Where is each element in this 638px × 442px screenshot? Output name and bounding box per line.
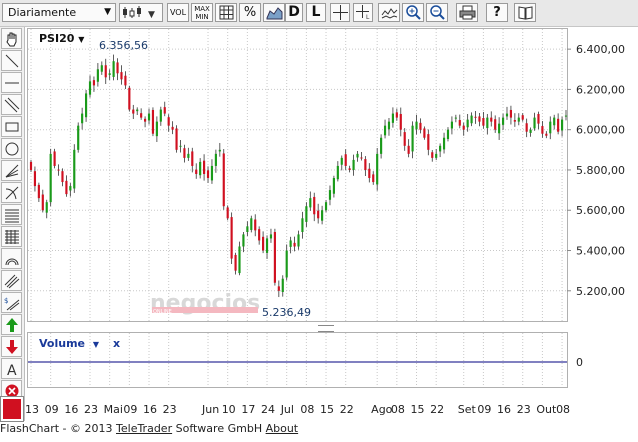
volume-zero-label: 0 bbox=[576, 356, 583, 369]
footer-copyright: FlashChart - © 2013 bbox=[0, 422, 117, 435]
chevron-down-icon: ▼ bbox=[92, 340, 99, 349]
volume-close-button[interactable]: x bbox=[113, 337, 120, 350]
close-icon: x bbox=[113, 337, 121, 350]
volume-label: Volume bbox=[39, 337, 85, 350]
footer-middle: Software GmbH bbox=[172, 422, 266, 435]
footer: FlashChart - © 2013 TeleTrader Software … bbox=[0, 422, 298, 435]
volume-selector[interactable]: Volume ▼ bbox=[39, 337, 99, 350]
volume-grid bbox=[30, 333, 563, 387]
about-link[interactable]: About bbox=[266, 422, 299, 435]
volume-chart: 0 bbox=[28, 333, 583, 387]
teletrader-link[interactable]: TeleTrader bbox=[116, 422, 172, 435]
